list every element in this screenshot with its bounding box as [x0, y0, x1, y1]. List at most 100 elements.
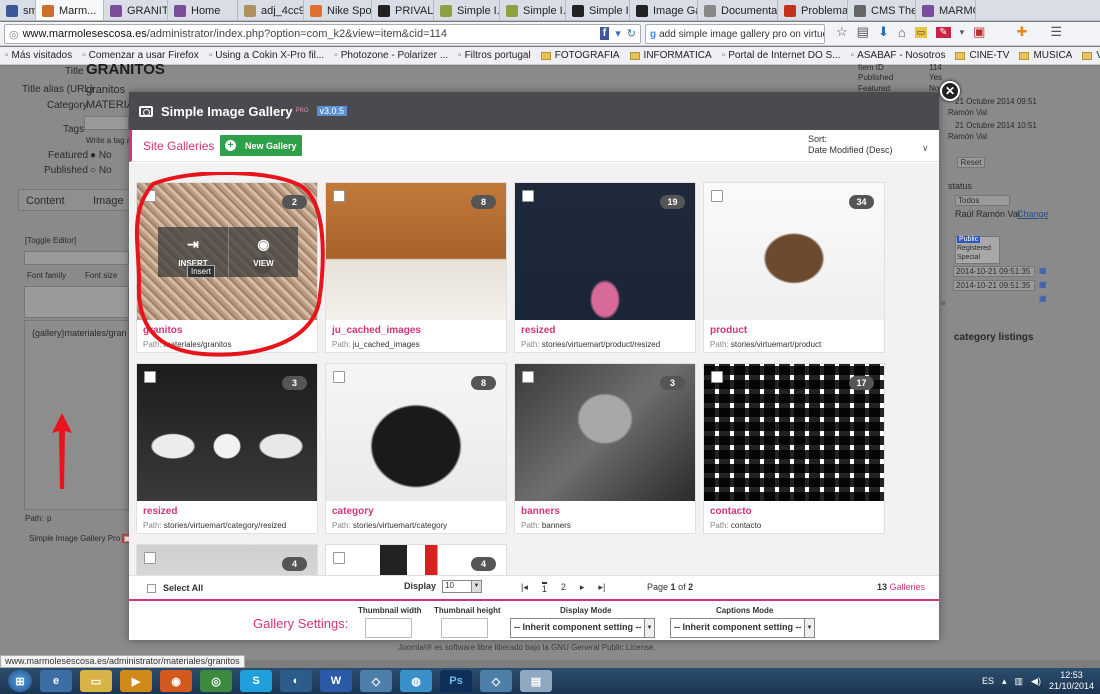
- gallery-select-checkbox[interactable]: [333, 552, 345, 564]
- app-icon[interactable]: ◇: [360, 670, 392, 692]
- first-page-icon[interactable]: |◂: [521, 582, 528, 594]
- gallery-name[interactable]: banners: [521, 506, 560, 517]
- gallery-select-checkbox[interactable]: [522, 190, 534, 202]
- gallery-select-checkbox[interactable]: [522, 371, 534, 383]
- home-icon[interactable]: ⌂: [898, 25, 906, 40]
- bookmark-item[interactable]: ▫ Comenzar a usar Firefox: [77, 50, 204, 61]
- pen-icon[interactable]: ✎: [936, 26, 951, 38]
- gallery-card[interactable]: 4: [325, 544, 507, 575]
- gallery-select-checkbox[interactable]: [333, 190, 345, 202]
- word-icon[interactable]: W: [320, 670, 352, 692]
- browser-tab[interactable]: Documentati...: [698, 0, 778, 20]
- reload-icon[interactable]: ↻: [627, 27, 636, 40]
- gallery-card[interactable]: 8 ju_cached_images Path: ju_cached_images: [325, 182, 507, 353]
- browser-tab[interactable]: PRIVALIA...: [372, 0, 434, 20]
- chevron-down-icon[interactable]: ∨: [922, 143, 929, 154]
- dropdown-arrow-icon[interactable]: ▾: [615, 27, 621, 40]
- gallery-name[interactable]: resized: [143, 506, 177, 517]
- view-button[interactable]: ◉ VIEW: [228, 227, 298, 277]
- language-indicator[interactable]: ES: [982, 676, 994, 686]
- modal-close-button[interactable]: ✕: [940, 81, 960, 101]
- gallery-name[interactable]: category: [332, 506, 374, 517]
- browser-tab[interactable]: Home: [168, 0, 238, 20]
- addon-icon[interactable]: ▭: [914, 26, 928, 38]
- gallery-card[interactable]: 34 product Path: stories/virtuemart/produc…: [703, 182, 885, 353]
- bookmark-item[interactable]: ▫ Filtros portugal: [453, 50, 536, 61]
- gallery-name[interactable]: granitos: [143, 325, 182, 336]
- sort-select[interactable]: Date Modified (Desc): [808, 145, 893, 155]
- app-icon[interactable]: ◇: [480, 670, 512, 692]
- url-bar[interactable]: ◎ www.marmolesescosa.es/administrator/in…: [4, 24, 641, 44]
- puzzle-icon[interactable]: ✚: [1016, 24, 1027, 40]
- star-icon[interactable]: ☆: [836, 24, 848, 40]
- browser-tab[interactable]: Image Ga...: [630, 0, 698, 20]
- page-1-link[interactable]: 1: [541, 582, 547, 594]
- browser-tab[interactable]: Simple I...: [566, 0, 630, 20]
- media-player-icon[interactable]: ▶: [120, 670, 152, 692]
- tray-arrow-icon[interactable]: ▴: [1002, 676, 1007, 687]
- browser-tab[interactable]: GRANITOS: [104, 0, 168, 20]
- browser-tab[interactable]: smar ...: [0, 0, 36, 20]
- page-2-link[interactable]: 2: [561, 582, 566, 594]
- gallery-card[interactable]: 17 contacto Path: contacto: [703, 363, 885, 534]
- firefox-icon[interactable]: ◉: [160, 670, 192, 692]
- bookmark-folder[interactable]: MUSICA: [1014, 50, 1077, 61]
- gallery-card[interactable]: 3 banners Path: banners: [514, 363, 696, 534]
- extension-icon[interactable]: ▣: [973, 24, 985, 40]
- last-page-icon[interactable]: ▸|: [598, 582, 605, 594]
- volume-icon[interactable]: ◀): [1031, 676, 1041, 687]
- bookmark-folder[interactable]: VEHICULOS: [1077, 50, 1100, 61]
- browser-tab[interactable]: Nike Spor...: [304, 0, 372, 20]
- next-page-icon[interactable]: ▸: [580, 582, 585, 594]
- captions-mode-select[interactable]: -- Inherit component setting -- ▼: [670, 618, 815, 638]
- browser-tab[interactable]: Marm...✕: [36, 0, 104, 20]
- gallery-select-checkbox[interactable]: [333, 371, 345, 383]
- download-icon[interactable]: ⬇: [878, 24, 889, 40]
- facebook-icon[interactable]: f: [599, 27, 610, 40]
- select-all-label[interactable]: Select All: [163, 583, 203, 593]
- gallery-card[interactable]: 2 ⇥ INSERT ◉ VIEW Insert granitos Path: materia…: [136, 182, 318, 353]
- gallery-select-checkbox[interactable]: [144, 190, 156, 202]
- gallery-name[interactable]: resized: [521, 325, 555, 336]
- gallery-card[interactable]: 8 category Path: stories/virtuemart/catego…: [325, 363, 507, 534]
- skype-icon[interactable]: S: [240, 670, 272, 692]
- bookmark-folder[interactable]: CINE-TV: [950, 50, 1014, 61]
- reading-list-icon[interactable]: ▤: [857, 24, 869, 40]
- dropdown-icon[interactable]: ▾: [960, 27, 965, 38]
- app-icon[interactable]: ◐: [280, 670, 312, 692]
- thumbnail-height-input[interactable]: [441, 618, 488, 638]
- bookmark-folder[interactable]: INFORMATICA: [625, 50, 717, 61]
- bookmark-item[interactable]: ▫ ASABAF - Nosotros: [846, 50, 951, 61]
- gallery-select-checkbox[interactable]: [144, 371, 156, 383]
- thumbnail-width-input[interactable]: [365, 618, 412, 638]
- app-icon[interactable]: ◍: [400, 670, 432, 692]
- gallery-card[interactable]: 4: [136, 544, 318, 575]
- bookmark-item[interactable]: ▫ Portal de Internet DO S...: [717, 50, 846, 61]
- gallery-card[interactable]: 19 resized Path: stories/virtuemart/produc…: [514, 182, 696, 353]
- network-icon[interactable]: ▥: [1015, 676, 1024, 687]
- gallery-name[interactable]: product: [710, 325, 747, 336]
- gallery-card[interactable]: 3 resized Path: stories/virtuemart/categor…: [136, 363, 318, 534]
- browser-tab[interactable]: MARMO...: [916, 0, 976, 20]
- browser-tab[interactable]: Problema...: [778, 0, 848, 20]
- gallery-select-checkbox[interactable]: [711, 371, 723, 383]
- start-button[interactable]: ⊞: [8, 670, 32, 692]
- bookmark-item[interactable]: ▫ Más visitados: [0, 50, 77, 61]
- clock[interactable]: 12:53 21/10/2014: [1049, 670, 1094, 692]
- explorer-icon[interactable]: ▭: [80, 670, 112, 692]
- browser-tab[interactable]: Simple I...: [434, 0, 500, 20]
- display-mode-select[interactable]: -- Inherit component setting -- ▼: [510, 618, 655, 638]
- browser-tab[interactable]: Simple I...: [500, 0, 566, 20]
- notepad-icon[interactable]: ▤: [520, 670, 552, 692]
- display-select[interactable]: 10 ▼: [442, 580, 482, 593]
- browser-tab[interactable]: adj_4cc96...: [238, 0, 304, 20]
- photoshop-icon[interactable]: Ps: [440, 670, 472, 692]
- search-bar[interactable]: g add simple image gallery pro on virtue…: [645, 24, 825, 44]
- browser-tab[interactable]: CMS The...: [848, 0, 916, 20]
- gallery-name[interactable]: contacto: [710, 506, 752, 517]
- bookmark-folder[interactable]: FOTOGRAFIA: [536, 50, 625, 61]
- bookmark-item[interactable]: ▫ Photozone - Polarizer ...: [329, 50, 453, 61]
- menu-icon[interactable]: ☰: [1050, 24, 1062, 40]
- bookmark-item[interactable]: ▫ Using a Cokin X-Pro fil...: [204, 50, 329, 61]
- gallery-select-checkbox[interactable]: [144, 552, 156, 564]
